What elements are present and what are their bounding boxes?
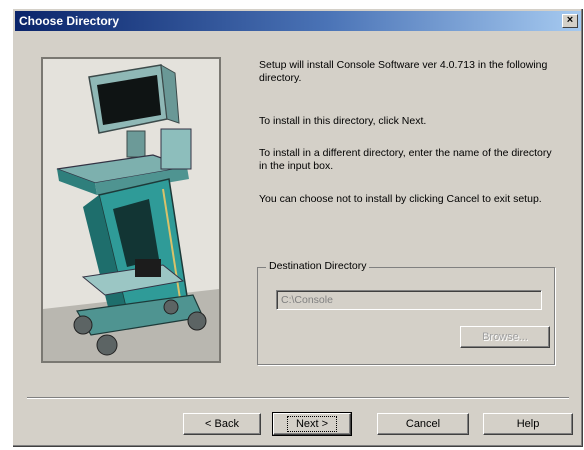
destination-path-input[interactable]: [276, 290, 542, 310]
next-button[interactable]: Next >: [272, 412, 352, 436]
cancel-instruction: You can choose not to install by clickin…: [259, 193, 542, 205]
close-button[interactable]: ×: [562, 14, 578, 28]
destination-directory-group: Destination Directory Browse...: [257, 260, 555, 365]
choose-directory-dialog: Choose Directory × Setup will install Co…: [12, 8, 584, 448]
intro-message: Setup will install Console Software ver …: [259, 59, 548, 84]
back-button[interactable]: < Back: [183, 413, 261, 435]
cancel-button[interactable]: Cancel: [377, 413, 469, 435]
browse-button[interactable]: Browse...: [460, 326, 550, 348]
ultrasound-console-image: [41, 57, 221, 363]
console-cart-illustration: [43, 59, 219, 361]
destination-directory-label: Destination Directory: [266, 260, 370, 272]
help-button[interactable]: Help: [483, 413, 573, 435]
different-directory-instruction: To install in a different directory, ent…: [259, 147, 552, 172]
next-button-label: Next >: [286, 416, 338, 432]
next-instruction: To install in this directory, click Next…: [259, 115, 427, 127]
separator: [27, 397, 569, 399]
title-bar: Choose Directory ×: [15, 11, 581, 31]
window-title: Choose Directory: [19, 14, 120, 28]
